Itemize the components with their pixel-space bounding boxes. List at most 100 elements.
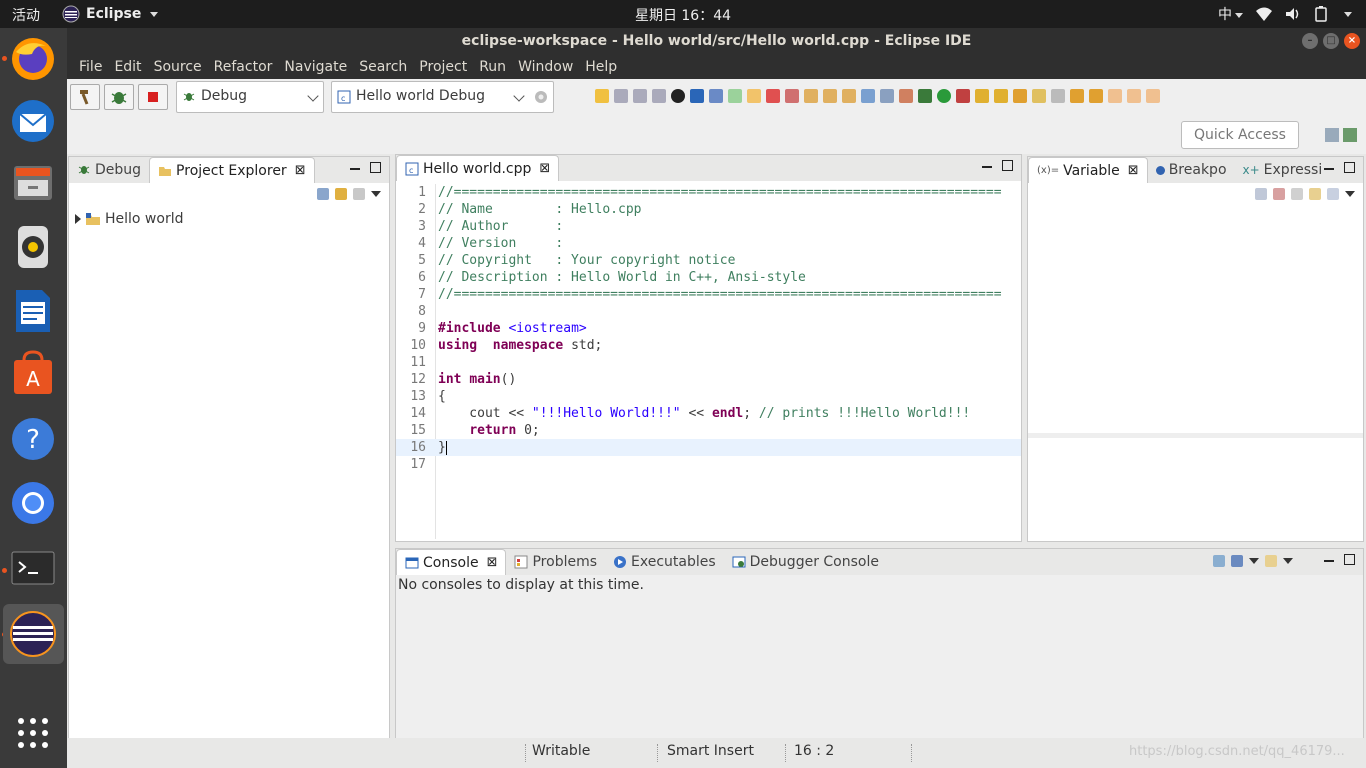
chevron-down-icon[interactable] [1283, 558, 1293, 564]
terminate-icon[interactable] [766, 89, 780, 103]
code-line[interactable]: 9 #include <iostream> [396, 320, 1021, 337]
terminal-icon[interactable] [8, 542, 58, 592]
expand-icon[interactable] [75, 214, 81, 224]
menu-run[interactable]: Run [473, 59, 512, 75]
open-element-icon[interactable] [994, 89, 1008, 103]
tab-executables[interactable]: Executables [605, 549, 724, 575]
thunderbird-icon[interactable] [8, 96, 58, 146]
binary-icon[interactable] [652, 89, 666, 103]
code-line[interactable]: 5 // Copyright : Your copyright notice [396, 252, 1021, 269]
step-return-icon[interactable] [842, 89, 856, 103]
reverse-icon[interactable] [880, 89, 894, 103]
system-tray[interactable]: 中 [1218, 4, 1352, 24]
libreoffice-writer-icon[interactable] [8, 286, 58, 336]
console-icon[interactable] [690, 89, 704, 103]
previous-annotation-icon[interactable] [1089, 89, 1103, 103]
close-button[interactable]: × [1344, 33, 1360, 49]
close-icon[interactable]: ⊠ [539, 156, 550, 182]
save-all-icon[interactable] [633, 89, 647, 103]
disconnect-icon[interactable] [785, 89, 799, 103]
next-annotation-icon[interactable] [1070, 89, 1084, 103]
step-over-icon[interactable] [823, 89, 837, 103]
tab-variables[interactable]: (x)= Variable ⊠ [1028, 157, 1148, 183]
code-line[interactable]: 7 //=====================================… [396, 286, 1021, 303]
instruction-step-icon[interactable] [861, 89, 875, 103]
chromium-icon[interactable] [8, 478, 58, 528]
new-icon[interactable] [595, 89, 609, 103]
quick-access-input[interactable]: Quick Access [1181, 121, 1299, 149]
menu-search[interactable]: Search [353, 59, 413, 75]
software-center-icon[interactable]: A [8, 350, 58, 400]
close-icon[interactable]: ⊠ [487, 550, 498, 576]
pin-icon[interactable] [1327, 188, 1339, 200]
minimize-button[interactable]: – [1302, 33, 1318, 49]
code-line[interactable]: 3 // Author : [396, 218, 1021, 235]
skip-breakpoints-icon[interactable] [709, 89, 723, 103]
maximize-panel-button[interactable] [1344, 554, 1355, 565]
tree-item[interactable]: Hello world [75, 211, 183, 227]
step-into-icon[interactable] [804, 89, 818, 103]
code-line[interactable]: 13 { [396, 388, 1021, 405]
gear-icon[interactable] [533, 89, 549, 105]
minimize-panel-button[interactable] [350, 168, 360, 170]
chevron-down-icon[interactable] [1345, 191, 1355, 197]
filter-icon[interactable] [353, 188, 365, 200]
display-console-icon[interactable] [1231, 555, 1243, 567]
eclipse-icon[interactable] [3, 604, 64, 664]
close-icon[interactable]: ⊠ [295, 158, 306, 184]
show-logical-structure-icon[interactable] [1273, 188, 1285, 200]
last-edit-icon[interactable] [1108, 89, 1122, 103]
bug-icon[interactable] [918, 89, 932, 103]
collapse-all-icon[interactable] [317, 188, 329, 200]
run-icon[interactable] [937, 89, 951, 103]
chevron-down-icon[interactable] [1249, 558, 1259, 564]
menu-help[interactable]: Help [579, 59, 623, 75]
external-tools-icon[interactable] [956, 89, 970, 103]
minimize-panel-button[interactable] [982, 166, 992, 168]
restart-icon[interactable] [899, 89, 913, 103]
suspend-icon[interactable] [747, 89, 761, 103]
menu-refactor[interactable]: Refactor [208, 59, 279, 75]
tab-debug[interactable]: Debug [69, 157, 149, 183]
tab-breakpoints[interactable]: Breakpo [1148, 157, 1235, 183]
code-line[interactable]: 12 int main() [396, 371, 1021, 388]
code-line[interactable]: 15 return 0; [396, 422, 1021, 439]
code-line[interactable]: 10 using namespace std; [396, 337, 1021, 354]
search-icon[interactable] [1013, 89, 1027, 103]
code-area[interactable]: 1 //=====================================… [396, 184, 1021, 539]
firefox-icon[interactable] [8, 34, 58, 84]
open-perspective-icon[interactable] [1305, 129, 1319, 143]
code-line[interactable]: 14 cout << "!!!Hello World!!!" << endl; … [396, 405, 1021, 422]
code-line[interactable]: 6 // Description : Hello World in C++, An… [396, 269, 1021, 286]
pin-console-icon[interactable] [1213, 555, 1225, 567]
open-console-icon[interactable] [1265, 555, 1277, 567]
code-line[interactable]: 1 //=====================================… [396, 184, 1021, 201]
tab-console[interactable]: Console ⊠ [396, 549, 507, 576]
rhythmbox-icon[interactable] [8, 222, 58, 272]
open-type-icon[interactable] [975, 89, 989, 103]
clock[interactable]: 星期日 16：44 [0, 5, 1366, 25]
profile-icon[interactable] [671, 89, 685, 103]
save-icon[interactable] [614, 89, 628, 103]
menu-navigate[interactable]: Navigate [278, 59, 353, 75]
menu-window[interactable]: Window [512, 59, 579, 75]
launch-config-select[interactable]: c Hello world Debug [331, 81, 554, 113]
code-line[interactable]: 8 [396, 303, 1021, 320]
menu-project[interactable]: Project [413, 59, 473, 75]
resume-icon[interactable] [728, 89, 742, 103]
help-icon[interactable]: ? [8, 414, 58, 464]
code-line[interactable]: 4 // Version : [396, 235, 1021, 252]
tab-project-explorer[interactable]: Project Explorer ⊠ [149, 157, 315, 183]
code-line[interactable]: 2 // Name : Hello.cpp [396, 201, 1021, 218]
menu-file[interactable]: File [73, 59, 108, 75]
forward-icon[interactable] [1146, 89, 1160, 103]
minimize-panel-button[interactable] [1324, 560, 1334, 562]
terminate-button[interactable] [138, 84, 168, 110]
menu-edit[interactable]: Edit [108, 59, 147, 75]
close-icon[interactable]: ⊠ [1128, 158, 1139, 184]
build-button[interactable] [70, 84, 100, 110]
maximize-panel-button[interactable] [1344, 162, 1355, 173]
menu-source[interactable]: Source [148, 59, 208, 75]
cpp-perspective-icon[interactable] [1325, 128, 1339, 142]
toggle-icon[interactable] [1051, 89, 1065, 103]
